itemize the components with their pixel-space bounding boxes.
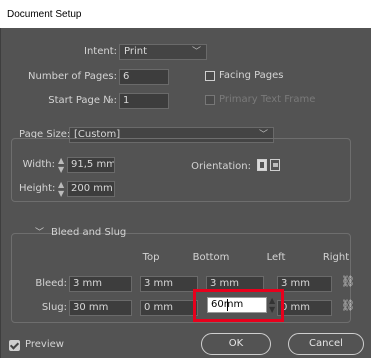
chevron-down-icon[interactable]: ﹀ [35,225,44,238]
number-of-pages-input[interactable]: 6 [119,69,169,85]
slug-label: Slug: [41,302,67,313]
intent-value: Print [124,46,148,57]
primary-text-frame-checkbox[interactable] [205,95,215,105]
column-bottom: Bottom [192,252,230,263]
bleed-right-input[interactable]: 3 mm [277,276,332,292]
preview-checkbox[interactable] [9,340,20,351]
unlink-chain-icon[interactable]: ⛓ [341,299,355,312]
column-top: Top [142,252,160,263]
height-label: Height: [19,183,56,194]
bleed-bottom-input[interactable]: 3 mm [140,276,198,292]
column-right: Right [322,252,350,263]
number-of-pages-label: Number of Pages: [28,71,117,82]
bleed-label: Bleed: [35,278,67,289]
chevron-down-icon: ﹀ [191,47,201,57]
facing-pages-label: Facing Pages [219,70,284,81]
slug-top-input[interactable]: 30 mm [69,300,132,316]
intent-label: Intent: [84,46,117,57]
bleed-top-input[interactable]: 3 mm [69,276,132,292]
ok-button[interactable]: OK [201,333,271,355]
width-label: Width: [22,159,55,170]
start-page-label: Start Page №: [48,95,117,106]
portrait-orientation-icon[interactable] [257,159,267,171]
preview-label: Preview [25,339,64,350]
orientation-label: Orientation: [191,161,251,172]
facing-pages-checkbox[interactable] [205,71,215,81]
stepper-arrows-icon[interactable]: ▲ ▼ [58,156,64,174]
document-setup-dialog: Intent: Print ﹀ Number of Pages: 6 Facin… [0,28,371,358]
intent-select[interactable]: Print ﹀ [119,44,207,60]
width-input[interactable]: 91,5 mm [67,157,115,173]
landscape-orientation-icon[interactable] [270,159,280,171]
stepper-arrows-icon[interactable]: ▲ ▼ [58,180,64,198]
cancel-button[interactable]: Cancel [288,333,364,355]
slug-bottom-input[interactable]: 0 mm [140,300,198,316]
primary-text-frame-label: Primary Text Frame [219,94,316,105]
link-chain-icon[interactable]: ⛓ [341,275,355,288]
slug-right-input[interactable]: 0 mm [277,300,332,316]
height-input[interactable]: 200 mm [67,181,115,197]
bleed-slug-header[interactable]: Bleed and Slug [51,227,126,238]
window-title: Document Setup [0,0,371,28]
start-page-input[interactable]: 1 [119,93,169,109]
highlight-annotation-box [193,289,284,322]
column-left: Left [266,252,286,263]
